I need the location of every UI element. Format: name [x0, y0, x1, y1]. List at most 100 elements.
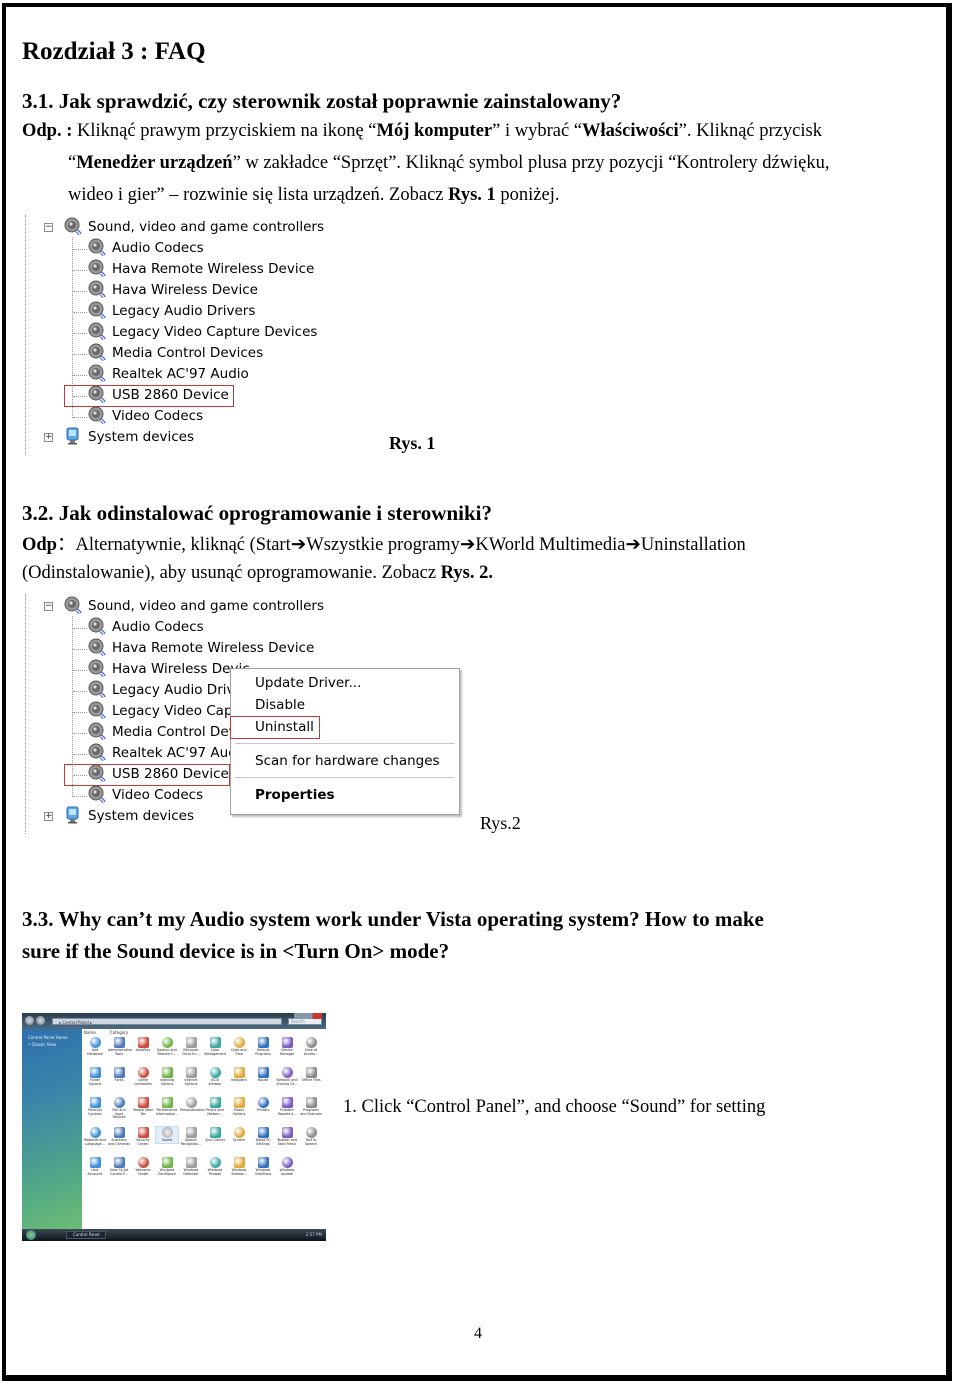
tree-item[interactable]: Hava Remote Wireless Device: [88, 259, 314, 280]
tree-item[interactable]: Legacy Video Captur: [88, 701, 252, 722]
control-panel-item[interactable]: People Near Me: [132, 1097, 154, 1116]
tree-category-sound-video-game[interactable]: Sound, video and game controllers: [64, 217, 324, 238]
control-panel-item[interactable]: Windows CardSpace: [156, 1157, 178, 1176]
control-panel-item[interactable]: Security Center: [132, 1127, 154, 1146]
sound-device-icon: [88, 259, 106, 278]
control-panel-item[interactable]: Windows Firewall: [204, 1157, 226, 1176]
control-panel-item[interactable]: Mouse: [252, 1067, 274, 1083]
control-panel-items: Name Category Add Hardware Administrative …: [82, 1029, 326, 1229]
menu-item-update-driver[interactable]: Update Driver...: [255, 675, 361, 691]
sound-device-icon: [88, 680, 106, 699]
tree-category-sound-video-game[interactable]: Sound, video and game controllers: [64, 596, 324, 617]
control-panel-item[interactable]: Welcome Center: [132, 1157, 154, 1176]
control-panel-item-icon: [185, 1037, 197, 1048]
control-panel-item[interactable]: Device Manager: [276, 1037, 298, 1056]
control-panel-item[interactable]: Windows SideShow: [252, 1157, 274, 1176]
control-panel-item[interactable]: Performance Information...: [156, 1097, 178, 1116]
menu-item-properties[interactable]: Properties: [255, 787, 335, 803]
control-panel-item-icon: [161, 1097, 173, 1108]
tree-item[interactable]: Audio Codecs: [88, 617, 204, 638]
control-panel-item-sound[interactable]: Sound: [155, 1126, 179, 1144]
control-panel-item-icon: [209, 1037, 221, 1048]
control-panel-item[interactable]: Scanners and Cameras: [108, 1127, 130, 1146]
control-panel-item[interactable]: Windows Defender: [180, 1157, 202, 1176]
control-panel-item[interactable]: Game Controllers: [132, 1067, 154, 1086]
control-panel-item[interactable]: Printers: [252, 1097, 274, 1113]
tree-item[interactable]: Video Codecs: [88, 785, 203, 806]
tree-item[interactable]: Hava Remote Wireless Device: [88, 638, 314, 659]
tree-item[interactable]: Realtek AC'97 Audio: [88, 364, 249, 385]
collapse-toggle-icon[interactable]: −: [44, 602, 53, 611]
tree-category-system-devices[interactable]: System devices: [64, 806, 194, 827]
control-panel-item[interactable]: Tablet PC Settings: [252, 1127, 274, 1146]
control-panel-item[interactable]: Problem Reports a...: [276, 1097, 298, 1116]
tree-item[interactable]: Hava Wireless Devic: [88, 659, 250, 680]
control-panel-item[interactable]: Keyboard: [228, 1067, 250, 1083]
control-panel-item[interactable]: Color Management: [204, 1037, 226, 1056]
sound-device-icon: [88, 343, 106, 362]
control-panel-item[interactable]: Default Programs: [252, 1037, 274, 1056]
tree-item[interactable]: Realtek AC'97 Audio: [88, 743, 249, 764]
control-panel-item[interactable]: Backup and Restore C...: [156, 1037, 178, 1056]
control-panel-item[interactable]: Administrative Tools: [108, 1037, 132, 1056]
uninstall-highlight-box: [230, 716, 320, 739]
control-panel-item[interactable]: Parental Controls: [84, 1097, 106, 1116]
expand-toggle-icon[interactable]: +: [44, 433, 53, 442]
control-panel-item[interactable]: Sync Center: [204, 1127, 226, 1143]
control-panel-item[interactable]: AutoPlay: [132, 1037, 154, 1053]
control-panel-item-icon: [281, 1067, 293, 1078]
control-panel-item[interactable]: Windows Update: [276, 1157, 298, 1176]
control-panel-item[interactable]: Power Options: [228, 1097, 250, 1116]
control-panel-item[interactable]: Folder Options: [84, 1067, 106, 1086]
control-panel-item[interactable]: Phone and Modem...: [204, 1097, 226, 1116]
tree-line: [73, 712, 87, 713]
tree-item[interactable]: Media Control Devices: [88, 343, 263, 364]
sound-device-icon: [88, 364, 106, 383]
tree-item[interactable]: Video Codecs: [88, 406, 203, 427]
control-panel-item[interactable]: Windows Sidebar...: [228, 1157, 250, 1176]
tree-category-system-devices[interactable]: System devices: [64, 427, 194, 448]
tree-item[interactable]: Media Control Devic: [88, 722, 248, 743]
control-panel-item-label: Pen and Input Devices: [112, 1108, 126, 1120]
control-panel-item-icon: [161, 1067, 173, 1078]
control-panel-item[interactable]: Pen and Input Devices: [108, 1097, 130, 1120]
tree-item[interactable]: Legacy Video Capture Devices: [88, 322, 317, 343]
control-panel-item-icon: [209, 1157, 221, 1168]
control-panel-item-label: Device Manager: [279, 1048, 295, 1056]
control-panel-item[interactable]: Indexing Options: [156, 1067, 178, 1086]
tree-item[interactable]: Legacy Audio Driver: [88, 680, 248, 701]
control-panel-item[interactable]: iSCSI Initiator: [204, 1067, 226, 1086]
control-panel-item-icon: [233, 1127, 245, 1138]
control-panel-item[interactable]: User Accounts: [84, 1157, 106, 1176]
sound-device-icon: [64, 596, 82, 615]
control-panel-item[interactable]: Speech Recognitio...: [180, 1127, 202, 1146]
control-panel-item[interactable]: Fonts: [108, 1067, 130, 1083]
control-panel-item-label: Folder Options: [88, 1078, 102, 1086]
control-panel-item[interactable]: Taskbar and Start Menu: [276, 1127, 298, 1146]
collapse-toggle-icon[interactable]: −: [44, 223, 53, 232]
control-panel-item[interactable]: Personalization: [180, 1097, 205, 1113]
control-panel-item[interactable]: Network and Sharing Ce...: [276, 1067, 298, 1086]
expand-toggle-icon[interactable]: +: [44, 812, 53, 821]
menu-item-disable[interactable]: Disable: [255, 697, 305, 713]
tree-item[interactable]: Hava Wireless Device: [88, 280, 258, 301]
tree-item[interactable]: Audio Codecs: [88, 238, 204, 259]
control-panel-item[interactable]: Ease of Access...: [300, 1037, 322, 1056]
control-panel-item[interactable]: Regional and Language...: [84, 1127, 106, 1146]
control-panel-item[interactable]: Add Hardware: [84, 1037, 106, 1056]
control-panel-item-label: Welcome Center: [135, 1168, 151, 1176]
text: “: [68, 153, 77, 173]
control-panel-item[interactable]: System: [228, 1127, 250, 1143]
text: (Odinstalowanie), aby usunąć oprogramowa…: [22, 563, 441, 583]
control-panel-item[interactable]: Text to Speech: [300, 1127, 322, 1146]
tree-line: [73, 333, 87, 334]
term-properties: Właściwości: [582, 121, 679, 141]
control-panel-item[interactable]: Offline Files: [300, 1067, 322, 1083]
menu-item-scan-hardware[interactable]: Scan for hardware changes: [255, 753, 440, 769]
control-panel-item[interactable]: BitLocker Drive En...: [180, 1037, 202, 1056]
control-panel-item[interactable]: Internet Options: [180, 1067, 202, 1086]
control-panel-item[interactable]: Programs and Features: [300, 1097, 322, 1116]
control-panel-item[interactable]: Date and Time: [228, 1037, 250, 1056]
control-panel-item[interactable]: View 32-bit Control P...: [108, 1157, 130, 1176]
tree-item[interactable]: Legacy Audio Drivers: [88, 301, 255, 322]
